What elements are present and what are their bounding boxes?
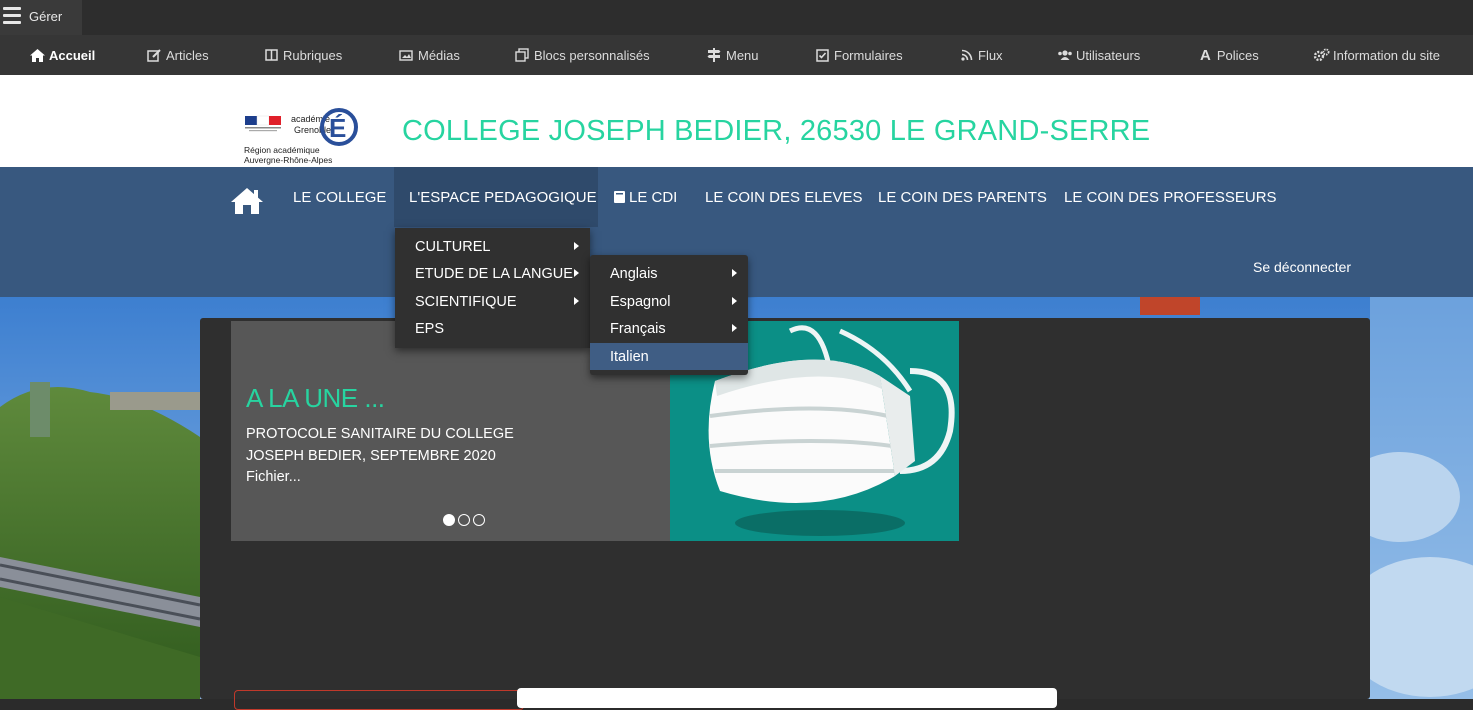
admin-top-bar: Gérer (0, 0, 1473, 35)
dropdown-item-label: EPS (415, 320, 445, 337)
caret-right-icon (574, 242, 579, 250)
slide-text-line-3: Fichier... (246, 469, 301, 485)
manage-label: Gérer (29, 9, 63, 24)
dropdown-item-etude-langue[interactable]: ETUDE DE LA LANGUE (395, 260, 590, 287)
nav-le-cdi[interactable]: LE CDI (599, 167, 691, 227)
book-icon (614, 191, 625, 203)
font-icon: A (1200, 46, 1211, 64)
admin-formulaires-label: Formulaires (834, 47, 903, 63)
site-header: académie Grenoble É Région académique Au… (0, 75, 1473, 167)
svg-text:Région académique: Région académique (244, 145, 320, 155)
nav-le-college[interactable]: LE COLLEGE (279, 167, 400, 227)
espace-pedagogique-dropdown: CULTUREL ETUDE DE LA LANGUE SCIENTIFIQUE… (395, 228, 590, 348)
nav-espace-pedagogique[interactable]: L'ESPACE PEDAGOGIQUE (394, 167, 598, 227)
checkbox-icon (816, 48, 829, 62)
nav-coin-eleves[interactable]: LE COIN DES ELEVES (691, 167, 877, 227)
submenu-item-italien[interactable]: Italien (590, 343, 748, 370)
dropdown-item-scientifique[interactable]: SCIENTIFIQUE (395, 288, 590, 315)
caret-right-icon (732, 324, 737, 332)
admin-home-link[interactable]: Accueil (30, 35, 95, 75)
submenu-item-label: Anglais (610, 265, 658, 282)
manage-button[interactable]: Gérer (0, 0, 82, 35)
nav-coin-parents[interactable]: LE COIN DES PARENTS (864, 167, 1061, 227)
home-icon (30, 48, 45, 62)
svg-text:É: É (329, 113, 346, 143)
submenu-item-label: Espagnol (610, 293, 671, 310)
nav-le-college-label: LE COLLEGE (293, 188, 387, 206)
admin-polices-link[interactable]: A Polices (1200, 35, 1259, 75)
admin-formulaires-link[interactable]: Formulaires (816, 35, 903, 75)
slider-dot-1[interactable] (443, 514, 455, 526)
caret-right-icon (574, 269, 579, 277)
admin-rubriques-label: Rubriques (283, 47, 343, 63)
copy-icon (515, 48, 529, 62)
admin-articles-link[interactable]: Articles (147, 35, 209, 75)
admin-menu-label: Menu (726, 47, 759, 63)
svg-text:Auvergne-Rhône-Alpes: Auvergne-Rhône-Alpes (244, 155, 332, 165)
slide-heading: A LA UNE ... (246, 383, 385, 413)
admin-blocs-link[interactable]: Blocs personnalisés (515, 35, 650, 75)
dropdown-item-culturel[interactable]: CULTUREL (395, 233, 590, 260)
slide-text[interactable]: PROTOCOLE SANITAIRE DU COLLEGE JOSEPH BE… (246, 424, 546, 489)
admin-utilisateurs-link[interactable]: Utilisateurs (1057, 35, 1140, 75)
admin-medias-label: Médias (418, 47, 460, 63)
slide-text-line-2: JOSEPH BEDIER, SEPTEMBRE 2020 (246, 447, 496, 464)
academie-logo-graphic: académie Grenoble É Région académique Au… (244, 108, 358, 165)
dropdown-item-eps[interactable]: EPS (395, 315, 590, 342)
rss-icon (961, 49, 973, 61)
admin-rubriques-link[interactable]: Rubriques (265, 35, 342, 75)
nav-coin-professeurs[interactable]: LE COIN DES PROFESSEURS (1050, 167, 1291, 227)
signpost-icon (707, 48, 721, 62)
submenu-item-francais[interactable]: Français (590, 315, 748, 342)
admin-flux-label: Flux (978, 47, 1003, 63)
caret-right-icon (732, 269, 737, 277)
caret-right-icon (574, 297, 579, 305)
admin-info-link[interactable]: Information du site (1313, 35, 1440, 75)
submenu-item-label: Italien (610, 348, 649, 365)
slide-text-line-1: PROTOCOLE SANITAIRE DU COLLEGE (246, 426, 514, 442)
admin-flux-link[interactable]: Flux (961, 35, 1003, 75)
dropdown-item-label: CULTUREL (415, 238, 491, 255)
slider-dot-2[interactable] (458, 514, 470, 526)
admin-polices-label: Polices (1216, 47, 1259, 63)
nav-coin-eleves-label: LE COIN DES ELEVES (705, 188, 863, 206)
nav-espace-pedagogique-label: L'ESPACE PEDAGOGIQUE (409, 188, 597, 206)
home-icon[interactable] (229, 186, 265, 216)
nav-le-cdi-label: LE CDI (629, 188, 678, 206)
hamburger-icon (3, 7, 21, 25)
admin-home-label: Accueil (49, 47, 96, 63)
slider-pagination (443, 514, 485, 526)
nav-coin-professeurs-label: LE COIN DES PROFESSEURS (1064, 188, 1277, 206)
admin-utilisateurs-label: Utilisateurs (1076, 47, 1141, 63)
admin-medias-link[interactable]: Médias (399, 35, 460, 75)
dropdown-item-label: SCIENTIFIQUE (415, 293, 517, 310)
admin-menu-link[interactable]: Menu (707, 35, 759, 75)
admin-toolbar: Accueil Articles Rubriques Médias Blocs … (0, 35, 1473, 75)
academie-logo[interactable]: académie Grenoble É Région académique Au… (243, 97, 361, 167)
submenu-item-espagnol[interactable]: Espagnol (590, 288, 748, 315)
cogs-icon (1313, 48, 1330, 62)
admin-info-label: Information du site (1333, 47, 1440, 63)
submenu-item-label: Français (610, 320, 666, 337)
admin-articles-label: Articles (166, 47, 209, 63)
admin-blocs-label: Blocs personnalisés (534, 47, 650, 63)
bottom-card-right (517, 688, 1057, 708)
slider-dot-3[interactable] (473, 514, 485, 526)
nav-coin-parents-label: LE COIN DES PARENTS (878, 188, 1047, 206)
logout-link[interactable]: Se déconnecter (1253, 259, 1351, 275)
bottom-card-left (234, 690, 524, 710)
caret-right-icon (732, 297, 737, 305)
submenu-item-anglais[interactable]: Anglais (590, 260, 748, 287)
image-icon (399, 49, 413, 61)
book-icon (265, 49, 278, 61)
users-icon (1058, 50, 1072, 60)
site-title[interactable]: COLLEGE JOSEPH BEDIER, 26530 LE GRAND-SE… (402, 115, 1150, 148)
dropdown-item-label: ETUDE DE LA LANGUE (415, 265, 573, 282)
edit-icon (147, 48, 161, 62)
langue-submenu: Anglais Espagnol Français Italien (590, 255, 748, 375)
